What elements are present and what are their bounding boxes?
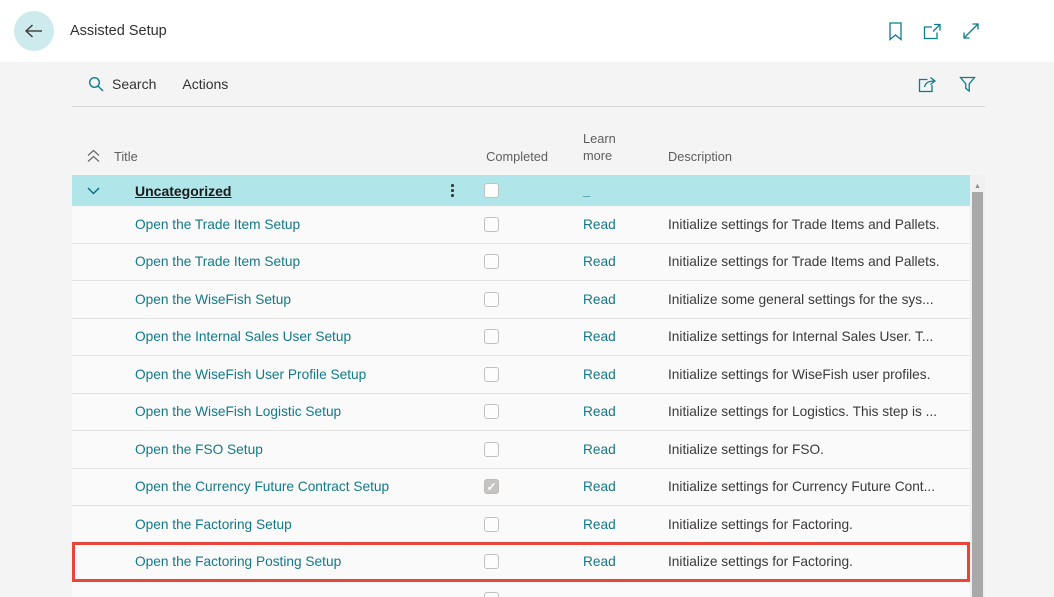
row-completed-checkbox[interactable] xyxy=(484,254,499,269)
table-row[interactable]: Open the FSO Setup Read Initialize setti… xyxy=(72,431,970,469)
row-title-link[interactable]: Open the Trade Item Setup xyxy=(135,217,459,232)
row-title-link[interactable]: Open the WiseFish Logistic Setup xyxy=(135,404,459,419)
learn-more-line1: Learn xyxy=(583,130,647,147)
search-button[interactable]: Search xyxy=(88,76,156,92)
row-title-link[interactable]: Open the FSO Setup xyxy=(135,442,459,457)
filter-icon[interactable] xyxy=(959,76,976,93)
row-completed-checkbox[interactable] xyxy=(484,517,499,532)
row-title-link[interactable]: Open the WiseFish User Profile Setup xyxy=(135,367,459,382)
expand-icon[interactable] xyxy=(962,22,980,40)
page-title: Assisted Setup xyxy=(70,23,167,39)
search-icon xyxy=(88,76,104,92)
row-read-link[interactable]: Read xyxy=(559,479,647,494)
group-label[interactable]: Uncategorized xyxy=(135,183,231,199)
row-description: Initialize settings for Internal Sales U… xyxy=(647,329,970,344)
row-read-link[interactable]: Read xyxy=(559,517,647,532)
row-read-link[interactable]: Read xyxy=(559,292,647,307)
chevron-down-icon[interactable] xyxy=(72,187,114,195)
table-row[interactable]: Open the Factoring Setup Read Initialize… xyxy=(72,506,970,544)
row-completed-checkbox[interactable] xyxy=(484,404,499,419)
row-read-link[interactable]: Read xyxy=(559,254,647,269)
table-row[interactable]: Open the Trade Item Setup Read Initializ… xyxy=(72,206,970,244)
row-read-link[interactable]: Read xyxy=(559,442,647,457)
group-title-cell: Uncategorized xyxy=(114,181,459,200)
table-row[interactable]: Open the Currency Future Contract Setup … xyxy=(72,469,970,507)
content-panel: Search Actions xyxy=(72,62,985,597)
row-title-link[interactable]: Open the Trade Item Setup xyxy=(135,254,459,269)
row-title-link[interactable]: Open the Currency Future Contract Setup xyxy=(135,479,459,494)
row-description: Initialize settings for FSO. xyxy=(647,442,970,457)
row-description: Initialize settings for Trade Items and … xyxy=(647,254,970,269)
column-header-completed[interactable]: Completed xyxy=(459,149,559,164)
app-header: Assisted Setup xyxy=(0,0,1054,62)
table-row[interactable]: Open the WiseFish Logistic Setup Read In… xyxy=(72,394,970,432)
row-description: Initialize settings for WiseFish user pr… xyxy=(647,367,970,382)
toolbar-left: Search Actions xyxy=(72,76,228,92)
group-row-uncategorized[interactable]: Uncategorized _ xyxy=(72,175,970,206)
table-row[interactable]: Open the WiseFish User Profile Setup Rea… xyxy=(72,356,970,394)
table-row[interactable]: Open the Trade Item Setup Read Initializ… xyxy=(72,244,970,282)
row-description: Initialize settings for Factoring. xyxy=(647,554,970,569)
row-description: Initialize some general settings for the… xyxy=(647,292,970,307)
table-row[interactable]: Open the Factoring Posting Setup Read In… xyxy=(72,544,970,582)
row-description: Initialize settings for Factoring. xyxy=(647,517,970,532)
table-row-partial xyxy=(72,581,970,597)
row-read-link[interactable]: Read xyxy=(559,217,647,232)
actions-menu-button[interactable]: Actions xyxy=(182,76,228,92)
row-completed-checkbox[interactable] xyxy=(484,479,499,494)
search-label: Search xyxy=(112,76,156,92)
table-row[interactable]: Open the WiseFish Setup Read Initialize … xyxy=(72,281,970,319)
bookmark-icon[interactable] xyxy=(888,22,903,41)
row-read-link[interactable]: Read xyxy=(559,404,647,419)
row-title-link[interactable]: Open the Internal Sales User Setup xyxy=(135,329,459,344)
row-read-link[interactable]: Read xyxy=(559,329,647,344)
row-description: Initialize settings for Logistics. This … xyxy=(647,404,970,419)
group-learn-more: _ xyxy=(559,183,647,198)
row-menu-icon[interactable] xyxy=(448,181,457,200)
row-completed-checkbox[interactable] xyxy=(484,442,499,457)
row-description: Initialize settings for Trade Items and … xyxy=(647,217,970,232)
column-header-description[interactable]: Description xyxy=(647,149,970,164)
table-header: Title Completed Learn more Description xyxy=(72,107,970,175)
row-title-link[interactable]: Open the WiseFish Setup xyxy=(135,292,459,307)
row-completed-checkbox[interactable] xyxy=(484,329,499,344)
group-completed-checkbox[interactable] xyxy=(484,183,499,198)
arrow-left-icon xyxy=(23,21,45,41)
open-in-new-window-icon[interactable] xyxy=(923,23,942,40)
toolbar-right xyxy=(918,76,985,93)
row-title-link[interactable]: Open the Factoring Posting Setup xyxy=(135,554,459,569)
collapse-all-icon[interactable] xyxy=(72,148,114,164)
row-completed-checkbox[interactable] xyxy=(484,217,499,232)
back-button[interactable] xyxy=(14,11,54,51)
header-icons xyxy=(888,22,980,41)
scrollbar-thumb[interactable] xyxy=(972,192,983,597)
actions-label: Actions xyxy=(182,76,228,92)
table-row[interactable]: Open the Internal Sales User Setup Read … xyxy=(72,319,970,357)
column-header-title[interactable]: Title xyxy=(114,149,459,164)
row-description: Initialize settings for Currency Future … xyxy=(647,479,970,494)
row-completed-checkbox[interactable] xyxy=(484,292,499,307)
share-icon[interactable] xyxy=(918,76,937,93)
row-completed-checkbox[interactable] xyxy=(484,554,499,569)
table-body: Open the Trade Item Setup Read Initializ… xyxy=(72,206,985,581)
row-title-link[interactable]: Open the Factoring Setup xyxy=(135,517,459,532)
row-completed-checkbox[interactable] xyxy=(484,367,499,382)
learn-more-line2: more xyxy=(583,147,647,164)
row-read-link[interactable]: Read xyxy=(559,367,647,382)
column-header-learn-more[interactable]: Learn more xyxy=(559,130,647,164)
row-read-link[interactable]: Read xyxy=(559,554,647,569)
row-completed-checkbox[interactable] xyxy=(484,592,499,597)
action-toolbar: Search Actions xyxy=(72,62,985,107)
vertical-scrollbar[interactable]: ▲ xyxy=(970,175,985,597)
